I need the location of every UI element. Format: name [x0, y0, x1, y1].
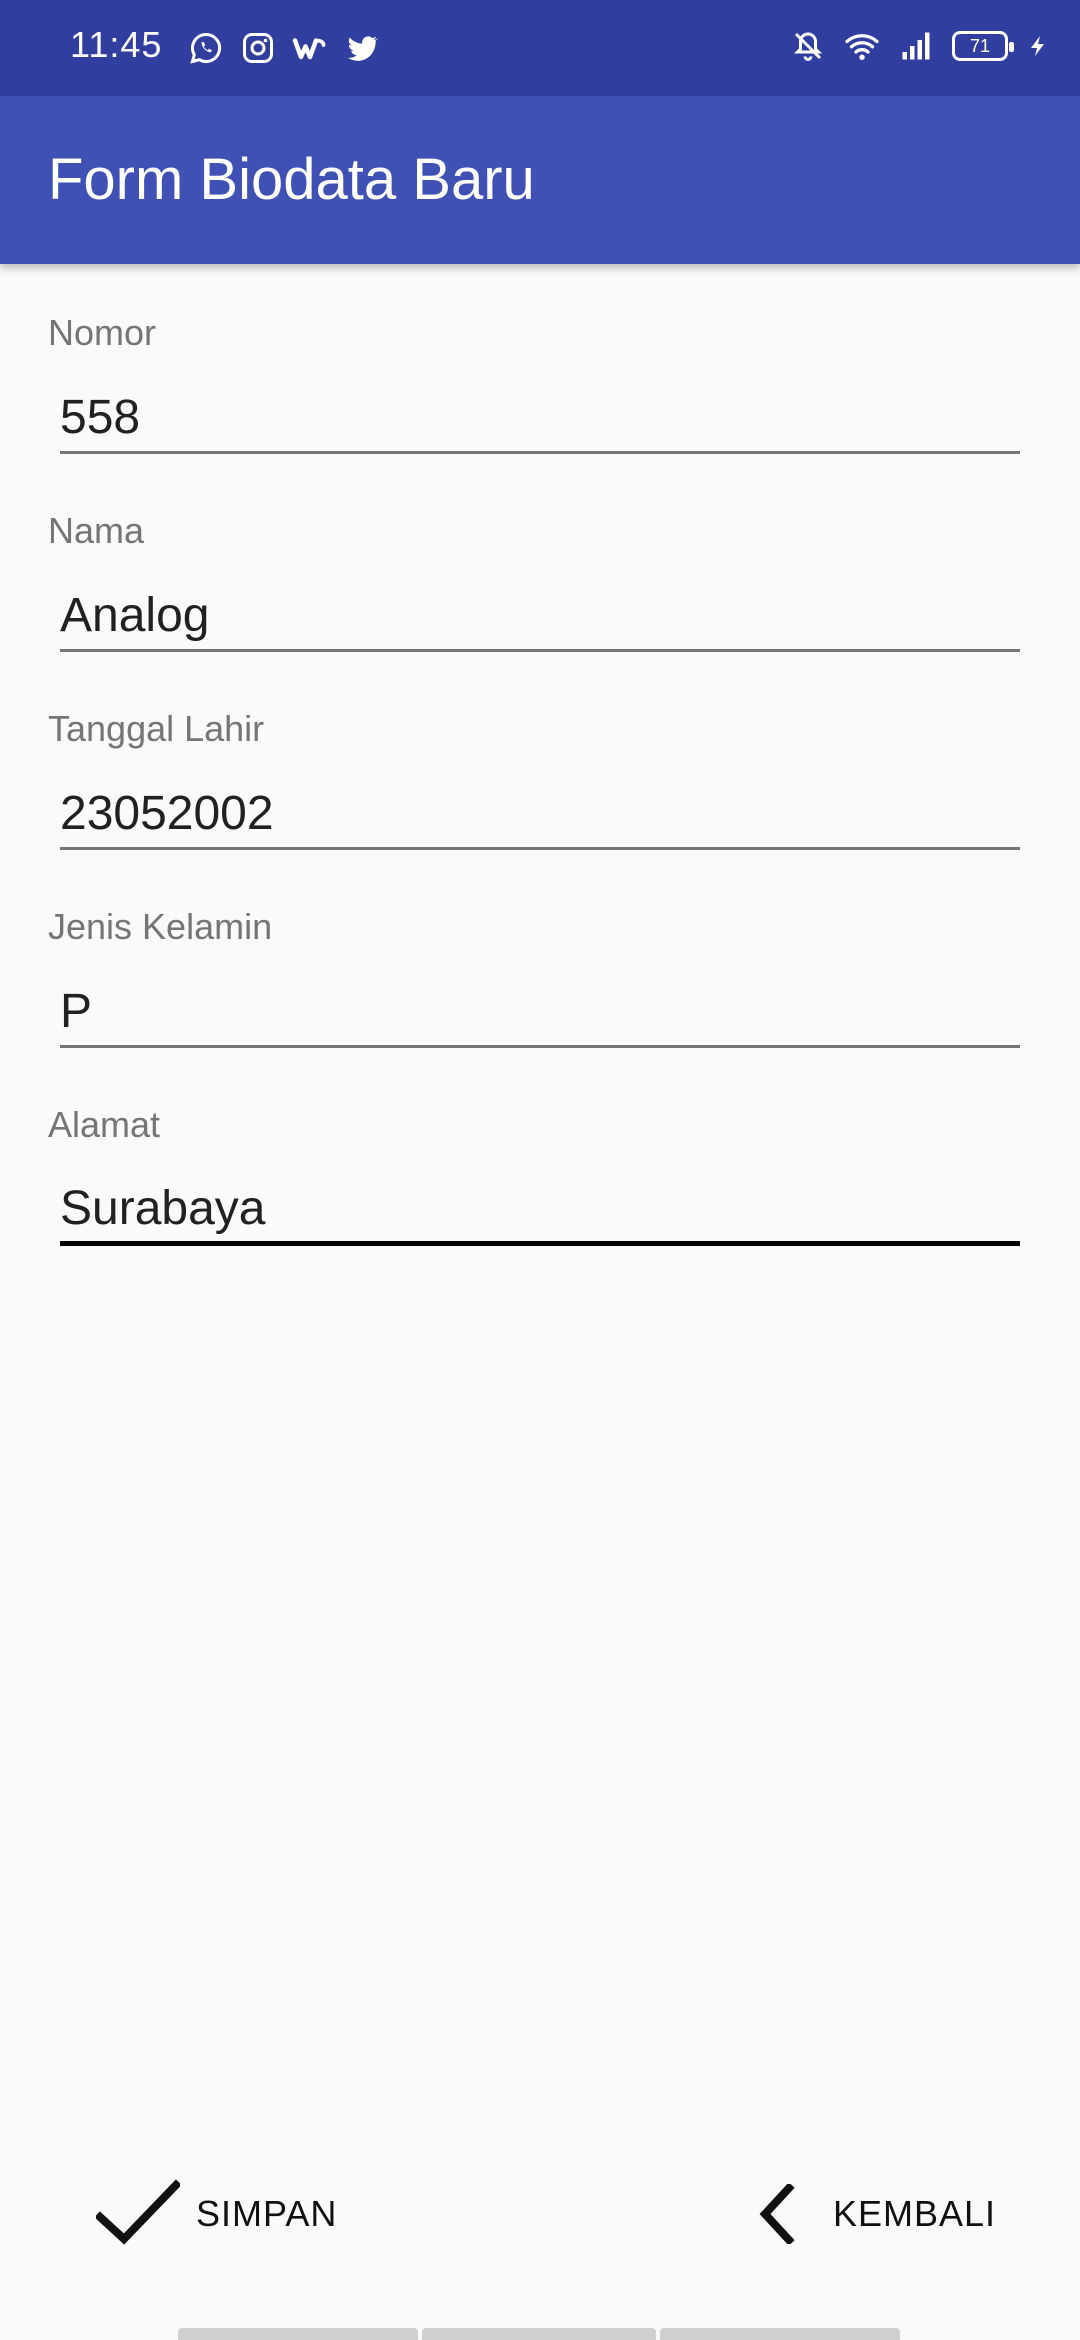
battery-icon: 71	[952, 31, 1014, 61]
twitter-icon	[344, 28, 380, 68]
check-icon	[96, 2179, 180, 2245]
nav-hint-segment	[660, 2328, 900, 2340]
back-label: KEMBALI	[832, 2193, 996, 2234]
save-label: SIMPAN	[196, 2193, 338, 2234]
navigation-hint	[178, 2328, 904, 2340]
mute-icon	[790, 26, 826, 66]
tanggal-lahir-label: Tanggal Lahir	[48, 708, 265, 749]
status-time: 11:45	[70, 24, 163, 65]
save-button[interactable]: SIMPAN	[96, 2166, 337, 2262]
nomor-label: Nomor	[48, 312, 157, 353]
nama-label: Nama	[48, 510, 145, 551]
wifi-icon	[844, 26, 880, 66]
page-title: Form Biodata Baru	[48, 147, 535, 212]
tanggal-lahir-input[interactable]	[60, 780, 1020, 850]
system-icons: 71	[790, 26, 1050, 66]
wattpad-icon	[292, 28, 328, 68]
nomor-input[interactable]	[60, 384, 1020, 454]
instagram-icon	[240, 28, 276, 68]
nav-hint-segment	[422, 2328, 656, 2340]
app-bar: Form Biodata Baru	[0, 96, 1080, 264]
charging-icon	[1026, 26, 1050, 66]
alamat-input[interactable]	[60, 1176, 1020, 1246]
field-alamat: Alamat	[0, 1056, 1080, 1254]
alamat-label: Alamat	[48, 1104, 161, 1145]
status-bar: 11:45 71	[0, 0, 1080, 96]
back-button[interactable]: KEMBALI	[757, 2166, 996, 2262]
field-jenis-kelamin: Jenis Kelamin	[0, 858, 1080, 1056]
battery-level: 71	[969, 35, 991, 56]
jenis-kelamin-input[interactable]	[60, 978, 1020, 1048]
notification-icons	[188, 28, 380, 68]
signal-icon	[898, 26, 934, 66]
whatsapp-icon	[188, 28, 224, 68]
nama-input[interactable]	[60, 582, 1020, 652]
field-nomor: Nomor	[0, 264, 1080, 462]
chevron-left-icon	[759, 2184, 795, 2244]
jenis-kelamin-label: Jenis Kelamin	[48, 906, 273, 947]
field-nama: Nama	[0, 462, 1080, 660]
field-tanggal-lahir: Tanggal Lahir	[0, 660, 1080, 858]
nav-hint-segment	[178, 2328, 418, 2340]
